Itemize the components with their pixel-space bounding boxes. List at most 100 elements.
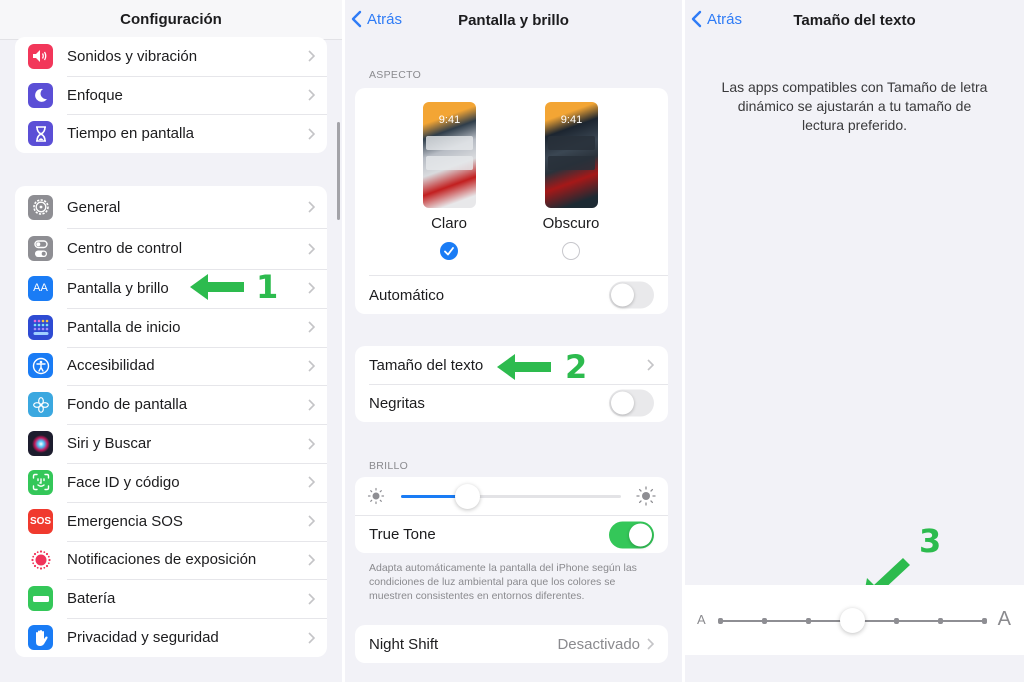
- page-title: Pantalla y brillo: [458, 11, 569, 29]
- home-grid-icon: [28, 314, 53, 340]
- text-size-label: Tamaño del texto: [369, 356, 484, 374]
- automatic-toggle[interactable]: [609, 281, 654, 309]
- display-navbar: Atrás Pantalla y brillo: [345, 0, 682, 40]
- face-id-icon: [28, 469, 53, 495]
- hand-icon: [28, 625, 53, 651]
- text-size-tick[interactable]: [806, 618, 811, 624]
- hourglass-icon: [28, 121, 53, 147]
- brightness-slider-row: [355, 477, 668, 515]
- chevron-right-icon: [308, 438, 315, 450]
- text-size-tick[interactable]: [718, 618, 723, 624]
- true-tone-toggle[interactable]: [609, 521, 654, 548]
- chevron-right-icon: [308, 50, 315, 62]
- annotation-number: 1: [256, 268, 279, 306]
- settings-item-centro-de-control[interactable]: Centro de control: [15, 228, 327, 269]
- night-shift-value: Desactivado: [557, 635, 640, 653]
- chevron-right-icon: [308, 282, 315, 294]
- bold-text-row[interactable]: Negritas: [355, 384, 668, 422]
- settings-item-label: General: [67, 198, 121, 216]
- sun-small-icon: [367, 487, 385, 505]
- preview-time: 9:41: [438, 114, 461, 126]
- speaker-icon: [28, 43, 53, 69]
- night-shift-row[interactable]: Night Shift Desactivado: [355, 625, 668, 663]
- large-text-icon: A: [997, 608, 1011, 630]
- text-size-panel: Atrás Tamaño del texto Las apps compatib…: [685, 0, 1024, 682]
- settings-item-siri-y-buscar[interactable]: Siri y Buscar: [15, 424, 327, 463]
- settings-item-notificaciones-de-exposicion[interactable]: Notificaciones de exposición: [15, 540, 327, 580]
- text-aa-icon: AA: [28, 275, 53, 301]
- settings-item-label: Siri y Buscar: [67, 435, 152, 453]
- text-size-slider-thumb[interactable]: [840, 608, 865, 633]
- chevron-right-icon: [308, 201, 315, 213]
- back-label: Atrás: [707, 10, 743, 28]
- bold-text-label: Negritas: [369, 394, 425, 412]
- settings-item-privacidad-y-seguridad[interactable]: Privacidad y seguridad: [15, 618, 327, 657]
- settings-item-pantalla-y-brillo[interactable]: AA Pantalla y brillo: [15, 269, 327, 308]
- exposure-icon: [28, 547, 53, 573]
- chevron-right-icon: [308, 128, 315, 140]
- annotation-2: 2: [497, 348, 587, 386]
- settings-item-enfoque[interactable]: Enfoque: [15, 75, 327, 115]
- page-title: Tamaño del texto: [793, 11, 916, 29]
- light-mode-preview[interactable]: 9:41: [423, 102, 476, 208]
- scrollbar[interactable]: [337, 122, 340, 220]
- chevron-right-icon: [308, 242, 315, 255]
- settings-item-emergencia-sos[interactable]: SOS Emergencia SOS: [15, 501, 327, 541]
- chevron-right-icon: [308, 360, 315, 372]
- annotation-1: 1: [190, 268, 278, 306]
- light-mode-radio[interactable]: [440, 242, 458, 260]
- settings-item-general[interactable]: General: [15, 186, 327, 228]
- true-tone-footer: Adapta automáticamente la pantalla del i…: [369, 562, 637, 602]
- chevron-left-icon: [691, 10, 702, 28]
- back-label: Atrás: [367, 10, 403, 28]
- text-size-slider[interactable]: [718, 608, 987, 633]
- dark-mode-preview[interactable]: 9:41: [545, 102, 598, 208]
- settings-item-label: Tiempo en pantalla: [67, 125, 195, 143]
- settings-item-face-id-y-codigo[interactable]: Face ID y código: [15, 462, 327, 502]
- settings-item-label: Centro de control: [67, 240, 183, 257]
- settings-item-accesibilidad[interactable]: Accesibilidad: [15, 346, 327, 386]
- text-size-tick[interactable]: [982, 618, 987, 624]
- brightness-slider[interactable]: [401, 484, 621, 509]
- automatic-row[interactable]: Automático: [355, 276, 668, 314]
- chevron-right-icon: [308, 399, 315, 411]
- back-button[interactable]: Atrás: [351, 10, 402, 28]
- true-tone-row[interactable]: True Tone: [355, 515, 668, 553]
- settings-item-label: Enfoque: [67, 86, 123, 104]
- text-size-navbar: Atrás Tamaño del texto: [685, 0, 1024, 40]
- sos-icon: SOS: [28, 508, 53, 534]
- settings-item-tiempo-en-pantalla[interactable]: Tiempo en pantalla: [15, 114, 327, 153]
- text-size-slider-card: A A: [685, 585, 1024, 655]
- appearance-card: 9:41 Claro 9:41 Obscuro Automático: [355, 88, 668, 314]
- settings-item-pantalla-de-inicio[interactable]: Pantalla de inicio: [15, 307, 327, 347]
- text-size-tick[interactable]: [894, 618, 899, 624]
- night-shift-card: Night Shift Desactivado: [355, 625, 668, 663]
- accessibility-icon: [28, 353, 53, 379]
- brightness-slider-thumb[interactable]: [455, 484, 480, 509]
- appearance-header: ASPECTO: [369, 69, 422, 81]
- chevron-right-icon: [647, 638, 654, 650]
- text-size-description: Las apps compatibles con Tamaño de letra…: [721, 79, 988, 133]
- text-size-tick[interactable]: [938, 618, 943, 624]
- brightness-card: True Tone: [355, 477, 668, 553]
- settings-item-fondo-de-pantalla[interactable]: Fondo de pantalla: [15, 385, 327, 424]
- chevron-right-icon: [308, 631, 315, 644]
- brightness-header: BRILLO: [369, 460, 409, 472]
- gear-icon: [28, 194, 53, 220]
- bold-text-toggle[interactable]: [609, 389, 654, 417]
- dark-mode-radio[interactable]: [562, 242, 580, 260]
- settings-item-label: Batería: [67, 590, 116, 608]
- text-size-tick[interactable]: [762, 618, 767, 624]
- settings-item-bateria[interactable]: Batería: [15, 579, 327, 618]
- chevron-right-icon: [308, 476, 315, 488]
- settings-item-label: Privacidad y seguridad: [67, 629, 219, 647]
- settings-item-label: Sonidos y vibración: [67, 47, 198, 65]
- back-button[interactable]: Atrás: [691, 10, 742, 28]
- settings-item-sonidos-y-vibracion[interactable]: Sonidos y vibración: [15, 37, 327, 76]
- automatic-label: Automático: [369, 286, 445, 304]
- green-arrow-left-icon: [497, 354, 551, 380]
- chevron-right-icon: [308, 554, 315, 566]
- night-shift-label: Night Shift: [369, 635, 439, 653]
- light-mode-label: Claro: [431, 215, 467, 232]
- settings-item-label: Notificaciones de exposición: [67, 551, 257, 569]
